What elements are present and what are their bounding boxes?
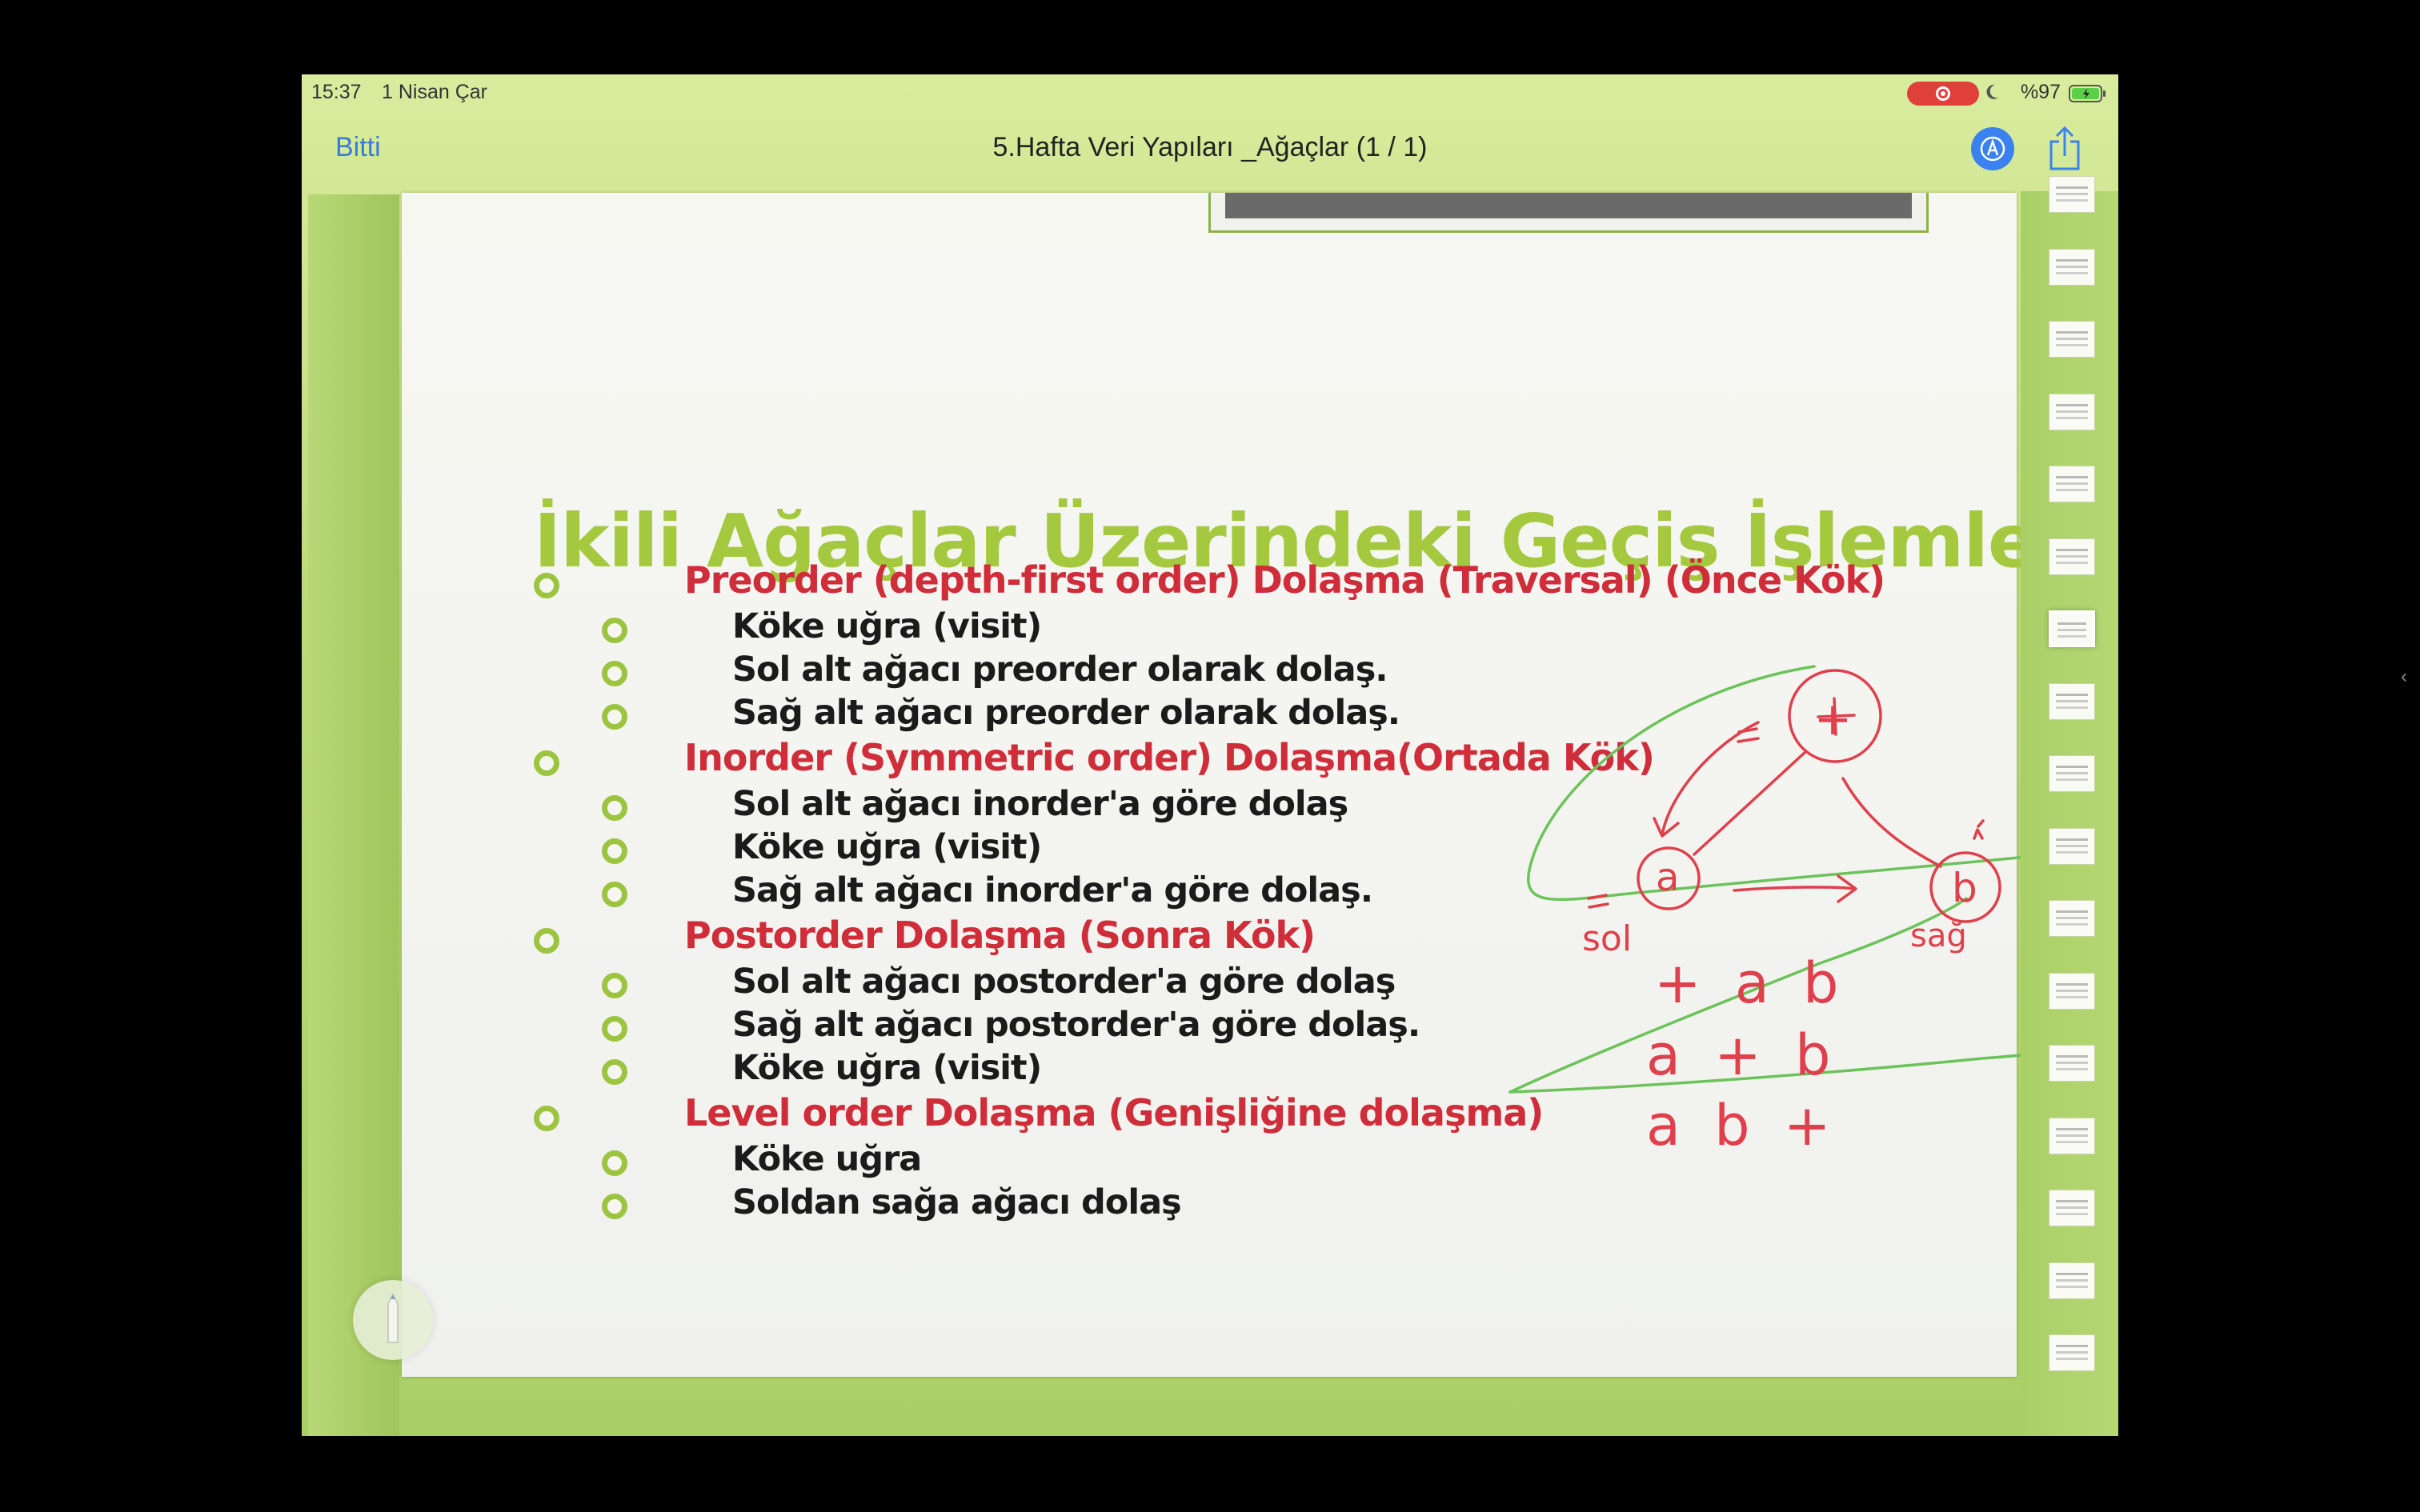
bullet-level1	[534, 573, 559, 598]
bullet-level1	[534, 928, 559, 954]
document-title: 5.Hafta Veri Yapıları _Ağaçlar (1 / 1)	[992, 132, 1428, 162]
page-thumbnail[interactable]	[2049, 321, 2095, 358]
list-item: Sağ alt ağacı postorder'a göre dolaş.	[732, 1005, 1420, 1045]
bullet-level2	[602, 704, 627, 730]
bullet-level2	[602, 882, 627, 907]
page-thumbnail[interactable]	[2049, 1045, 2095, 1082]
list-item: Sağ alt ağacı preorder olarak dolaş.	[732, 693, 1400, 733]
list-item: Köke uğra (visit)	[732, 827, 1042, 867]
bullet-level2	[602, 838, 627, 864]
page-thumbnail[interactable]	[2049, 1190, 2095, 1226]
share-icon[interactable]	[2045, 126, 2085, 172]
page-thumbnail[interactable]	[2049, 1117, 2095, 1154]
page-thumbnail[interactable]	[2049, 248, 2095, 286]
list-item: Sol alt ağacı preorder olarak dolaş.	[732, 650, 1388, 690]
moon-icon	[1986, 84, 1998, 99]
status-date: 1 Nisan Çar	[382, 81, 487, 103]
bullet-level2	[602, 1194, 627, 1219]
section-heading: Level order Dolaşma (Genişliğine dolaşma…	[684, 1091, 1544, 1134]
bullet-level2	[602, 1016, 627, 1042]
list-item: Sol alt ağacı inorder'a göre dolaş	[732, 784, 1348, 824]
list-item: Köke uğra	[732, 1139, 922, 1179]
bullet-level1	[534, 1106, 559, 1131]
bullet-level2	[602, 1059, 627, 1085]
page-thumbnail[interactable]	[2049, 538, 2095, 575]
ipad-screen: 15:37 1 Nisan Çar %97 Bitti 5.Hafta Veri…	[302, 74, 2118, 1436]
bullet-level2	[602, 618, 627, 643]
page-thumbnail[interactable]	[2049, 972, 2095, 1010]
page-thumbnail[interactable]	[2049, 682, 2095, 720]
section-heading: Preorder (depth-first order) Dolaşma (Tr…	[684, 558, 1885, 602]
battery-percentage: %97	[2020, 81, 2061, 103]
list-item: Sağ alt ağacı inorder'a göre dolaş.	[732, 870, 1373, 910]
page-thumbnail[interactable]	[2049, 466, 2095, 502]
page-thumbnail[interactable]	[2049, 1334, 2095, 1371]
page-thumbnails-sidebar[interactable]	[2021, 176, 2118, 1436]
chevron-left-icon[interactable]: ‹	[2401, 666, 2407, 688]
bullet-level2	[602, 661, 627, 686]
page-thumbnail[interactable]	[2049, 176, 2095, 213]
page-thumbnail[interactable]	[2049, 827, 2095, 865]
markup-pen-icon[interactable]	[1971, 127, 2014, 170]
list-item: Köke uğra (visit)	[732, 606, 1042, 646]
previous-slide-edge	[1208, 193, 1929, 233]
page-thumbnail[interactable]	[2049, 610, 2095, 647]
list-item: Sol alt ağacı postorder'a göre dolaş	[732, 962, 1396, 1002]
section-heading: Postorder Dolaşma (Sonra Kök)	[684, 914, 1316, 957]
status-time: 15:37	[311, 81, 362, 103]
bullet-level1	[534, 750, 559, 776]
bullet-level2	[602, 1150, 627, 1176]
list-item: Köke uğra (visit)	[732, 1048, 1042, 1088]
page-thumbnail[interactable]	[2049, 755, 2095, 792]
pencil-tool-icon[interactable]	[353, 1280, 433, 1360]
list-item: Soldan sağa ağacı dolaş	[732, 1182, 1182, 1222]
page-thumbnail[interactable]	[2049, 393, 2095, 430]
bullet-level2	[602, 973, 627, 998]
status-bar: 15:37 1 Nisan Çar %97	[302, 74, 2118, 111]
left-margin	[308, 194, 399, 1436]
bullet-level2	[602, 795, 627, 821]
page-thumbnail[interactable]	[2049, 1262, 2095, 1299]
battery-icon	[2069, 85, 2105, 102]
page-thumbnail[interactable]	[2049, 900, 2095, 937]
section-heading: Inorder (Symmetric order) Dolaşma(Ortada…	[684, 736, 1655, 779]
screen-recording-icon[interactable]	[1907, 82, 1979, 106]
